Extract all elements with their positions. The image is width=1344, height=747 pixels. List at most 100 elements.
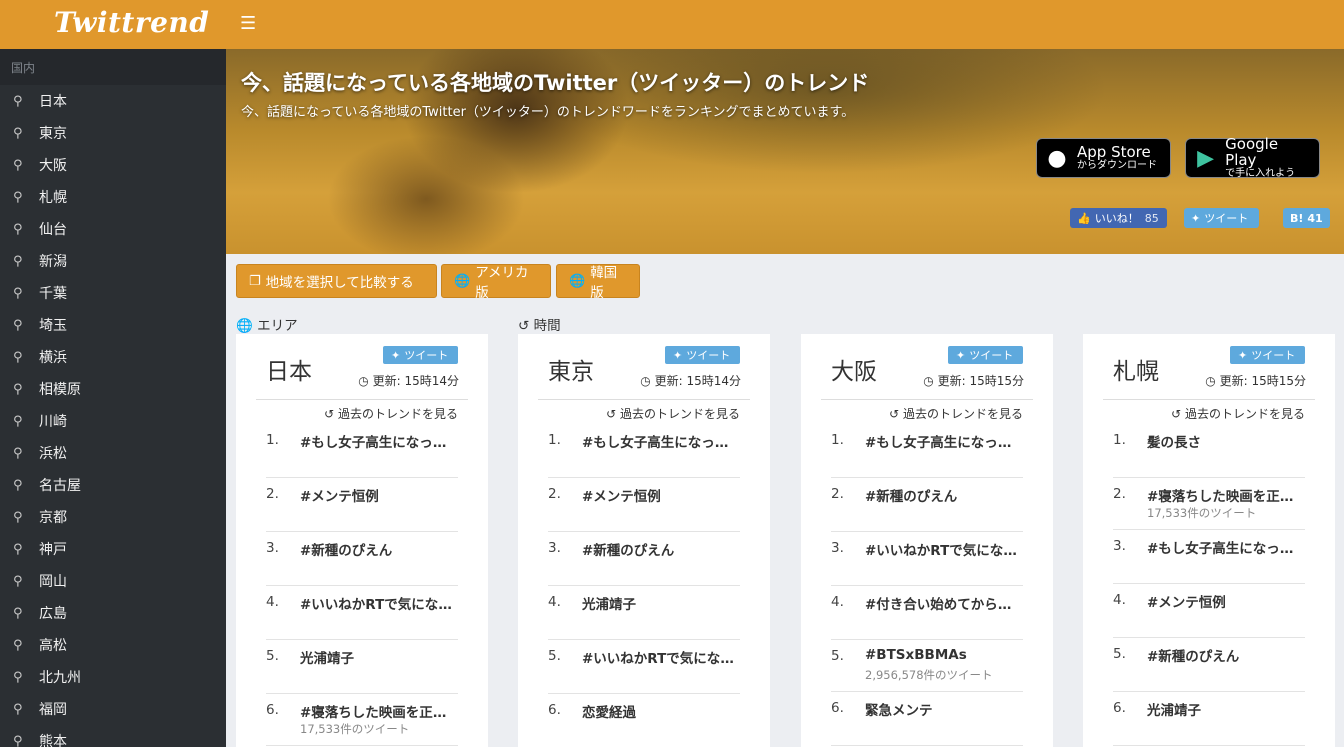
- america-version-button[interactable]: 🌐 アメリカ版: [441, 264, 551, 301]
- trend-row[interactable]: 2. #新種のぴえん: [831, 478, 1023, 532]
- trend-row[interactable]: 1. #もし女子高生になったら: [548, 424, 740, 478]
- sidebar-item[interactable]: ⚲ 新潟: [0, 245, 226, 277]
- sidebar-item[interactable]: ⚲ 神戸: [0, 533, 226, 565]
- hatena-bookmark-button[interactable]: B! 41: [1283, 208, 1330, 228]
- trend-row[interactable]: 3. #もし女子高生になったら: [1113, 530, 1305, 584]
- tweet-button-label: ツイート: [686, 349, 731, 362]
- trend-name[interactable]: #新種のぴえん: [865, 485, 1023, 505]
- sidebar-item[interactable]: ⚲ 大阪: [0, 149, 226, 181]
- sidebar-item[interactable]: ⚲ 高松: [0, 629, 226, 661]
- sidebar-item[interactable]: ⚲ 埼玉: [0, 309, 226, 341]
- trend-name[interactable]: #もし女子高生になったら: [865, 431, 1023, 451]
- trend-row[interactable]: 6. 恋愛経過: [548, 694, 740, 747]
- site-logo[interactable]: Twittrend: [54, 6, 209, 39]
- trend-name[interactable]: #メンテ恒例: [582, 485, 740, 505]
- past-trends-link[interactable]: ↺ 過去のトレンドを見る: [889, 405, 1023, 422]
- trend-name[interactable]: #もし女子高生になったら: [300, 431, 458, 451]
- trend-row[interactable]: 5. #BTSxBBMAs 2,956,578件のツイート: [831, 640, 1023, 692]
- sidebar-header: 国内: [0, 49, 226, 85]
- sidebar-item[interactable]: ⚲ 熊本: [0, 725, 226, 747]
- region-title[interactable]: 大阪: [831, 352, 877, 386]
- trend-name[interactable]: #BTSxBBMAs: [865, 647, 1023, 663]
- region-title[interactable]: 札幌: [1113, 352, 1159, 386]
- tweet-button[interactable]: ✦ ツイート: [665, 346, 740, 364]
- tweet-share-button[interactable]: ✦ ツイート: [1184, 208, 1259, 228]
- trend-name[interactable]: 光浦靖子: [1147, 699, 1305, 719]
- tweet-button[interactable]: ✦ ツイート: [383, 346, 458, 364]
- sidebar-item-label: 名古屋: [39, 478, 81, 494]
- trend-row[interactable]: 2. #メンテ恒例: [266, 478, 458, 532]
- trend-row[interactable]: 4. 光浦靖子: [548, 586, 740, 640]
- menu-icon[interactable]: ☰: [240, 13, 256, 34]
- trend-name[interactable]: #寝落ちした映画を正直に言う: [1147, 485, 1305, 505]
- trend-row[interactable]: 6. 緊急メンテ: [831, 692, 1023, 746]
- map-pin-icon: ⚲: [13, 157, 23, 173]
- sidebar-item[interactable]: ⚲ 日本: [0, 85, 226, 117]
- sidebar-item[interactable]: ⚲ 名古屋: [0, 469, 226, 501]
- sidebar-item[interactable]: ⚲ 仙台: [0, 213, 226, 245]
- trend-row[interactable]: 4. #付き合い始めてから変わった: [831, 586, 1023, 640]
- past-trends-link[interactable]: ↺ 過去のトレンドを見る: [324, 405, 458, 422]
- korea-version-button[interactable]: 🌐 韓国版: [556, 264, 640, 301]
- google-play-badge[interactable]: ▶ Google Play で手に入れよう: [1185, 136, 1320, 179]
- trend-row[interactable]: 2. #メンテ恒例: [548, 478, 740, 532]
- trend-name[interactable]: #付き合い始めてから変わった: [865, 593, 1023, 613]
- trend-name[interactable]: #もし女子高生になったら: [582, 431, 740, 451]
- trend-rank: 1.: [266, 432, 279, 448]
- trend-row[interactable]: 2. #寝落ちした映画を正直に言う 17,533件のツイート: [1113, 478, 1305, 530]
- sidebar-item[interactable]: ⚲ 北九州: [0, 661, 226, 693]
- updated-time: ◷ 更新: 15時14分: [640, 372, 741, 389]
- sidebar-item[interactable]: ⚲ 川崎: [0, 405, 226, 437]
- trend-row[interactable]: 4. #いいねかRTで気になった人: [266, 586, 458, 640]
- facebook-like-button[interactable]: 👍 いいね！ 85: [1070, 208, 1167, 228]
- sidebar-item[interactable]: ⚲ 岡山: [0, 565, 226, 597]
- past-trends-link[interactable]: ↺ 過去のトレンドを見る: [606, 405, 740, 422]
- sidebar-item[interactable]: ⚲ 浜松: [0, 437, 226, 469]
- sidebar-item-label: 千葉: [39, 286, 67, 302]
- sidebar-item[interactable]: ⚲ 広島: [0, 597, 226, 629]
- trend-row[interactable]: 3. #新種のぴえん: [266, 532, 458, 586]
- tweet-button[interactable]: ✦ ツイート: [948, 346, 1023, 364]
- trend-row[interactable]: 5. 光浦靖子: [266, 640, 458, 694]
- trend-name[interactable]: #新種のぴえん: [300, 539, 458, 559]
- region-title[interactable]: 日本: [266, 352, 312, 386]
- sidebar-item[interactable]: ⚲ 東京: [0, 117, 226, 149]
- trend-name[interactable]: 恋愛経過: [582, 701, 740, 721]
- trend-name[interactable]: #いいねかRTで気になった人: [300, 593, 458, 613]
- sidebar-item[interactable]: ⚲ 札幌: [0, 181, 226, 213]
- trend-name[interactable]: 光浦靖子: [300, 647, 458, 667]
- hatena-count: 41: [1307, 211, 1323, 225]
- region-title[interactable]: 東京: [548, 352, 594, 386]
- trend-name[interactable]: #新種のぴえん: [582, 539, 740, 559]
- trend-name[interactable]: 髪の長さ: [1147, 431, 1305, 451]
- sidebar-item[interactable]: ⚲ 千葉: [0, 277, 226, 309]
- trend-name[interactable]: #いいねかRTで気になった人: [582, 647, 740, 667]
- trend-name[interactable]: #新種のぴえん: [1147, 645, 1305, 665]
- trend-row[interactable]: 3. #新種のぴえん: [548, 532, 740, 586]
- trend-name[interactable]: #いいねかRTで気になった人: [865, 539, 1023, 559]
- trend-name[interactable]: 光浦靖子: [582, 593, 740, 613]
- sidebar-item[interactable]: ⚲ 横浜: [0, 341, 226, 373]
- past-trends-link[interactable]: ↺ 過去のトレンドを見る: [1171, 405, 1305, 422]
- trend-name[interactable]: #寝落ちした映画を正直に言う: [300, 701, 458, 721]
- trend-name[interactable]: #メンテ恒例: [300, 485, 458, 505]
- trend-name[interactable]: 緊急メンテ: [865, 699, 1023, 719]
- sidebar-item-label: 岡山: [39, 574, 67, 590]
- trend-row[interactable]: 5. #新種のぴえん: [1113, 638, 1305, 692]
- trend-name[interactable]: #もし女子高生になったら: [1147, 537, 1305, 557]
- trend-name[interactable]: #メンテ恒例: [1147, 591, 1305, 611]
- trend-row[interactable]: 6. #寝落ちした映画を正直に言う 17,533件のツイート: [266, 694, 458, 746]
- sidebar-item[interactable]: ⚲ 相模原: [0, 373, 226, 405]
- trend-row[interactable]: 3. #いいねかRTで気になった人: [831, 532, 1023, 586]
- sidebar-item[interactable]: ⚲ 京都: [0, 501, 226, 533]
- sidebar-item[interactable]: ⚲ 福岡: [0, 693, 226, 725]
- tweet-button[interactable]: ✦ ツイート: [1230, 346, 1305, 364]
- trend-row[interactable]: 5. #いいねかRTで気になった人: [548, 640, 740, 694]
- trend-row[interactable]: 6. 光浦靖子: [1113, 692, 1305, 746]
- trend-row[interactable]: 1. #もし女子高生になったら: [266, 424, 458, 478]
- trend-row[interactable]: 1. #もし女子高生になったら: [831, 424, 1023, 478]
- trend-row[interactable]: 1. 髪の長さ: [1113, 424, 1305, 478]
- trend-row[interactable]: 4. #メンテ恒例: [1113, 584, 1305, 638]
- compare-regions-button[interactable]: ❐ 地域を選択して比較する: [236, 264, 437, 298]
- app-store-badge[interactable]: ● App Store からダウンロード: [1036, 138, 1171, 178]
